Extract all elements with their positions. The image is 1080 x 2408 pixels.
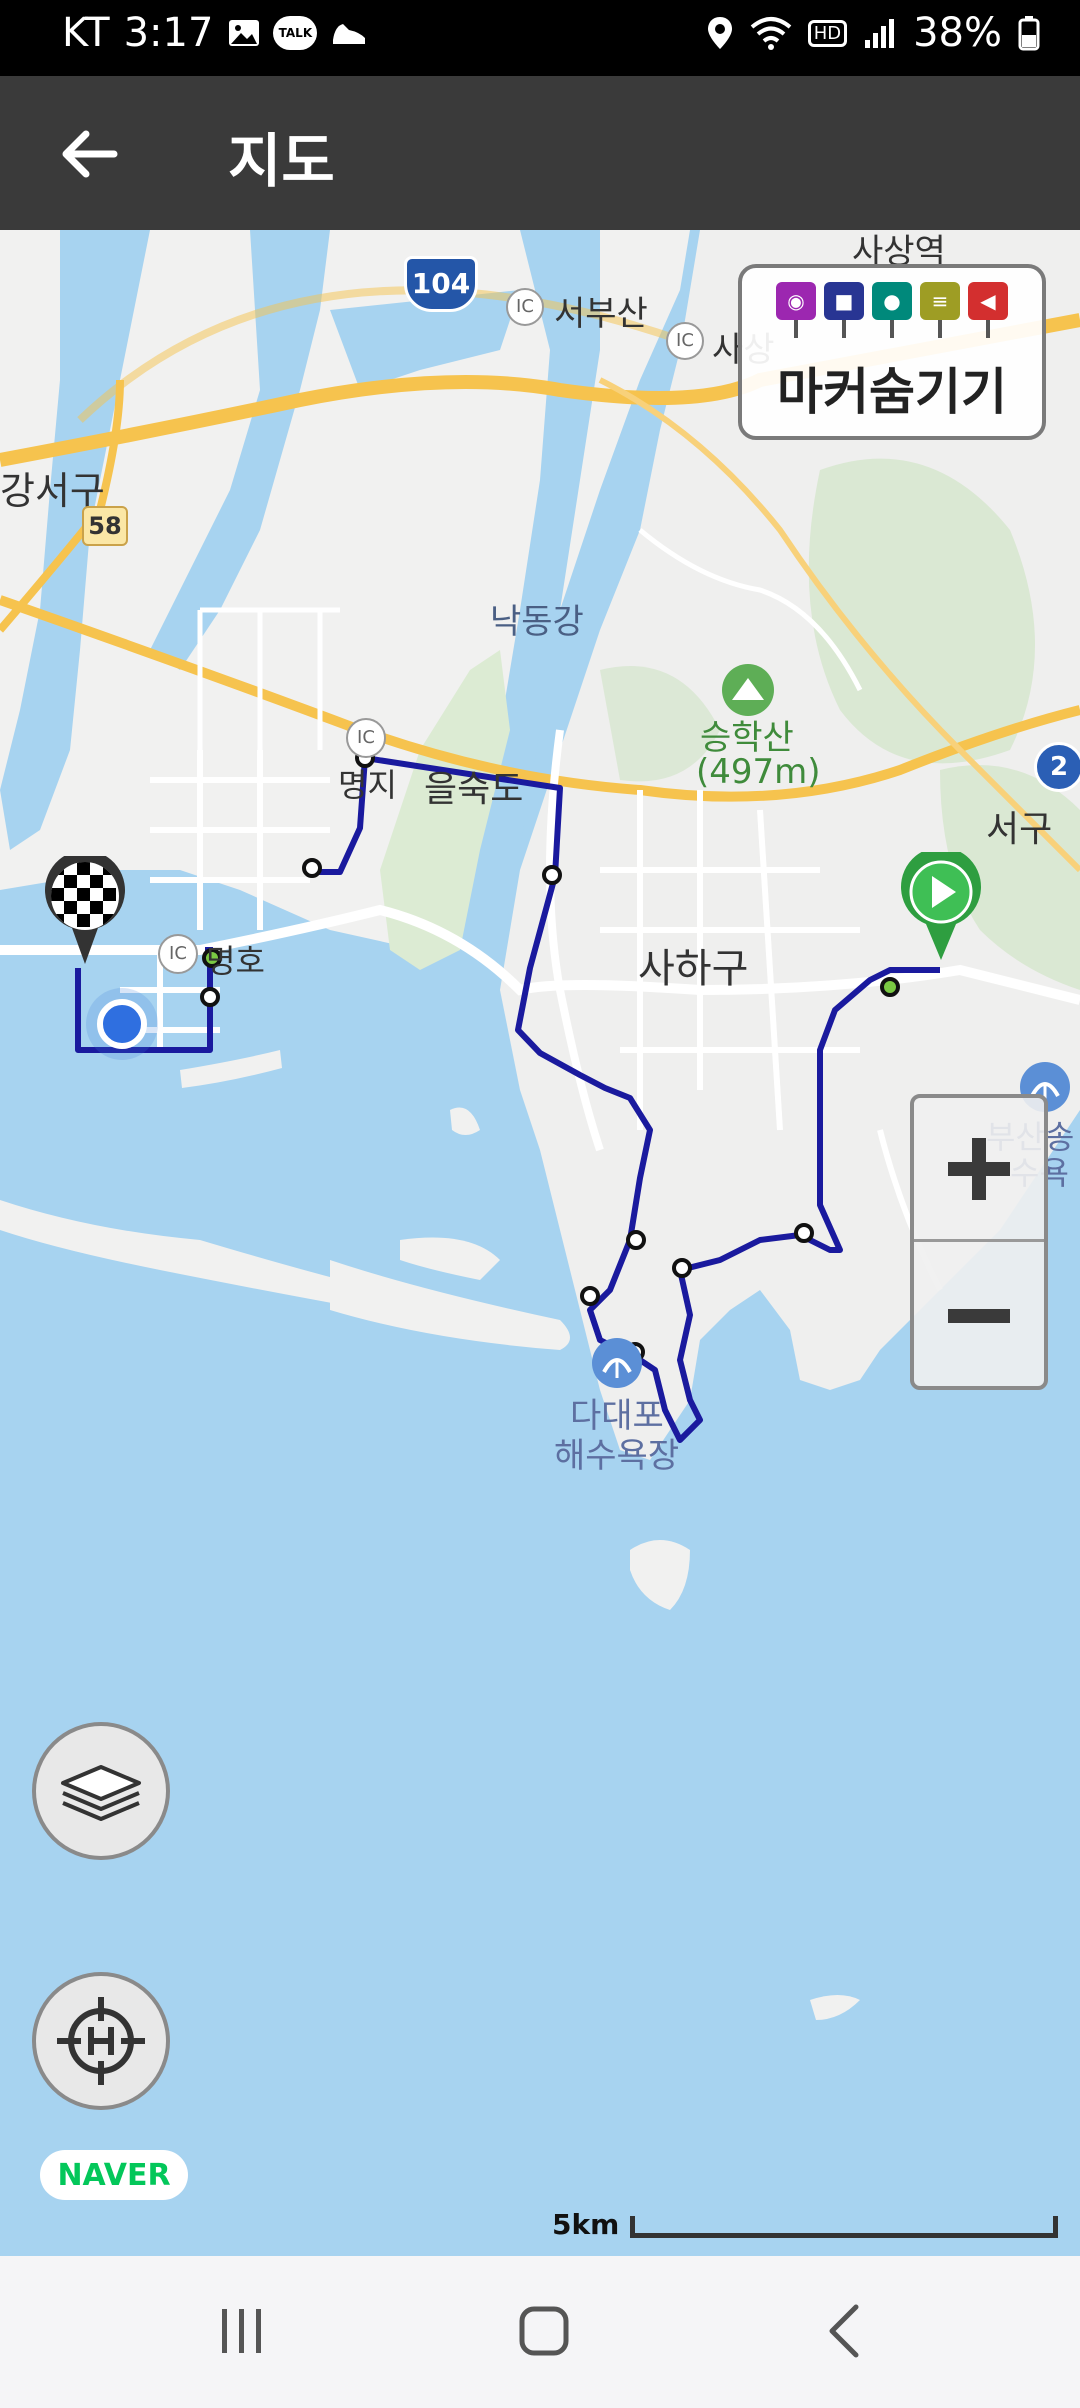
home-button[interactable] [484,2286,604,2376]
back-button[interactable] [52,116,128,192]
route-104-shield: 104 [404,256,478,312]
wifi-icon [750,17,791,50]
map-view[interactable]: 사상역 104 IC 서부산 IC 사상 강서구 58 낙동강 승학산 (497… [0,230,1080,2256]
marker-hide-label: 마커숨기기 [777,363,1007,421]
microphone-marker-head: ● [872,282,912,320]
video-icon: ■ [824,282,864,338]
clock: 3:17 [123,10,214,56]
battery-icon [1018,16,1040,51]
recents-button[interactable] [182,2286,302,2376]
label-dadaepo-beach: 해수욕장 [554,1436,680,1476]
start-marker[interactable] [898,852,984,962]
gallery-icon [229,20,260,46]
finish-flag-marker[interactable] [42,856,128,966]
recents-icon [222,2309,261,2353]
flag-marker-head: ◀ [968,282,1008,320]
camera-icon: ◉ [776,282,816,338]
memo-icon: ≡ [920,282,960,338]
label-seogu: 서구 [986,809,1053,850]
beach-icon [592,1338,642,1388]
arrow-left-icon [62,130,118,178]
carrier: KT [62,10,110,56]
hd-icon: HD [807,19,848,47]
zoom-controls [910,1094,1048,1390]
label-saha: 사하구 [638,946,749,992]
label-seobusan: 서부산 [554,294,648,334]
label-nakdonggang: 낙동강 [490,602,584,642]
ic-badge-seobusan: IC [506,288,544,326]
page-title: 지도 [228,127,335,195]
marker-hide-button[interactable]: ◉ ■ ● ≡ ◀ 마커숨기기 [738,264,1046,440]
label-myeongho: 명호 [206,942,265,980]
battery-level: 38% [913,10,1002,56]
route-2-badge: 2 [1034,742,1080,792]
ic-badge-myeongji: IC [346,718,386,758]
home-icon [519,2306,569,2356]
scale-bar [630,2216,1058,2238]
camera-marker-head: ◉ [776,282,816,320]
marker-type-icons: ◉ ■ ● ≡ ◀ [776,282,1008,338]
label-eulsukdo: 을숙도 [424,769,524,810]
naver-logo: NAVER [40,2150,188,2200]
microphone-icon: ● [872,282,912,338]
home-location-button[interactable] [32,1972,170,2110]
status-bar: KT 3:17 TALK HD 38% [0,0,1080,76]
route-58-badge: 58 [82,506,128,546]
scale-label: 5km [552,2208,620,2241]
system-back-button[interactable] [786,2286,906,2376]
zoom-out-button[interactable] [914,1244,1044,1388]
ic-badge-sasang: IC [666,322,704,360]
layers-icon [61,1765,141,1821]
flag-icon: ◀ [968,282,1008,338]
zoom-in-button[interactable] [914,1098,1044,1242]
layers-button[interactable] [32,1722,170,1860]
plus-icon [948,1137,1010,1200]
status-right: HD 38% [706,10,1040,56]
shoe-icon [333,24,366,44]
video-marker-head: ■ [824,282,864,320]
location-icon [707,17,732,49]
label-myeongji: 명지 [338,766,397,804]
label-seunghaksan-height: (497m) [696,752,821,792]
signal-icon [865,19,895,48]
memo-marker-head: ≡ [920,282,960,320]
system-nav-bar [0,2256,1080,2408]
back-chevron-icon [829,2304,859,2358]
minus-icon [948,1309,1010,1323]
app-bar: 지도 [0,76,1080,230]
ic-badge-myeongho: IC [158,934,198,974]
kakaotalk-icon: TALK [273,16,318,50]
status-left: KT 3:17 TALK [62,10,369,56]
home-target-icon [57,1997,145,2085]
